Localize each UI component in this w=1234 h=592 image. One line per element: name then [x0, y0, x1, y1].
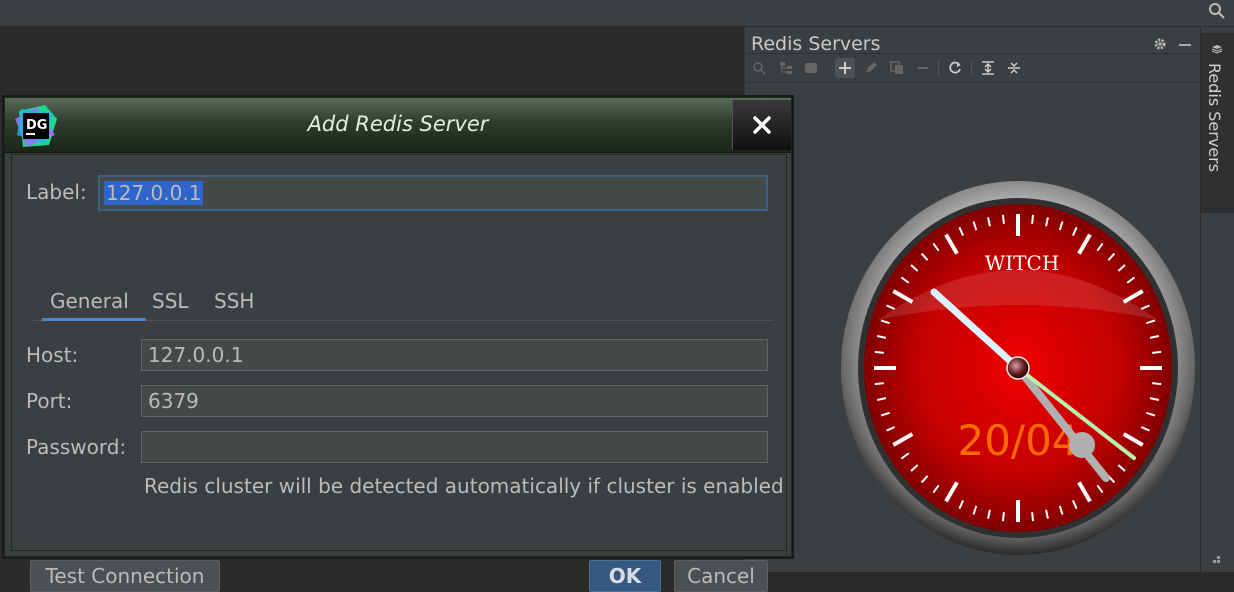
dialog-titlebar[interactable]: DG Add Redis Server	[5, 98, 791, 153]
minimize-icon[interactable]	[1179, 44, 1191, 46]
toolbar-separator	[971, 60, 972, 76]
password-input[interactable]	[141, 431, 768, 463]
dialog-body: Label: 127.0.0.1 General SSL SSH Host: 1…	[11, 154, 787, 592]
grip-icon	[1213, 556, 1220, 563]
port-label: Port:	[26, 389, 73, 413]
tab-selected-indicator	[42, 318, 146, 321]
toolbar-separator	[938, 60, 939, 76]
host-label: Host:	[26, 343, 79, 367]
redis-servers-stripe-tab[interactable]: Redis Servers	[1201, 33, 1234, 213]
top-bar	[0, 0, 1234, 27]
remove-icon[interactable]	[913, 58, 933, 78]
tab-ssh[interactable]: SSH	[214, 289, 254, 313]
search-icon[interactable]	[749, 58, 769, 78]
clock-widget: WITCH 20/04	[841, 181, 1195, 555]
clock-minute-tick	[1152, 350, 1162, 354]
edit-icon[interactable]	[861, 58, 881, 78]
close-button[interactable]	[732, 100, 791, 150]
test-connection-button[interactable]: Test Connection	[30, 560, 220, 592]
cancel-button[interactable]: Cancel	[674, 560, 768, 592]
expand-all-icon[interactable]	[978, 58, 998, 78]
panel-title: Redis Servers	[751, 33, 881, 55]
tree-icon[interactable]	[776, 58, 796, 78]
host-input[interactable]: 127.0.0.1	[141, 339, 768, 371]
close-icon	[753, 116, 771, 134]
tab-ssl[interactable]: SSL	[152, 289, 189, 313]
clock-minute-tick	[1031, 512, 1035, 522]
refresh-icon[interactable]	[945, 58, 965, 78]
collapse-all-icon[interactable]	[1004, 58, 1024, 78]
panel-toolbar	[745, 53, 1200, 83]
ok-button[interactable]: OK	[589, 560, 661, 592]
add-icon[interactable]	[835, 58, 855, 78]
dialog-title: Add Redis Server	[307, 112, 489, 136]
clock-minute-tick	[874, 382, 884, 386]
password-label: Password:	[26, 435, 127, 459]
copy-icon[interactable]	[887, 58, 907, 78]
clock-minute-tick	[1152, 382, 1162, 386]
clock-minute-tick	[1031, 214, 1035, 224]
clock-minute-tick	[1001, 512, 1005, 522]
cluster-hint: Redis cluster will be detected automatic…	[144, 474, 784, 498]
clock-brand: WITCH	[985, 251, 1060, 275]
clock-minute-tick	[874, 350, 884, 354]
stripe-label: Redis Servers	[1205, 63, 1224, 173]
redis-icon	[1211, 45, 1223, 54]
clock-minute-tick	[1001, 214, 1005, 224]
port-input[interactable]: 6379	[141, 385, 768, 417]
right-tool-stripe: Redis Servers	[1200, 27, 1234, 572]
label-field-label: Label:	[26, 180, 87, 204]
clock-center-cap	[1006, 356, 1030, 380]
search-icon[interactable]	[1208, 2, 1226, 20]
label-input-value: 127.0.0.1	[104, 181, 204, 205]
label-input[interactable]: 127.0.0.1	[98, 175, 768, 211]
gear-icon[interactable]	[1153, 37, 1167, 51]
add-redis-server-dialog: DG Add Redis Server Label: 127.0.0.1 Gen…	[4, 97, 792, 592]
tab-general[interactable]: General	[50, 289, 129, 313]
clock-counterweight	[1069, 432, 1095, 458]
stop-icon[interactable]	[801, 58, 821, 78]
